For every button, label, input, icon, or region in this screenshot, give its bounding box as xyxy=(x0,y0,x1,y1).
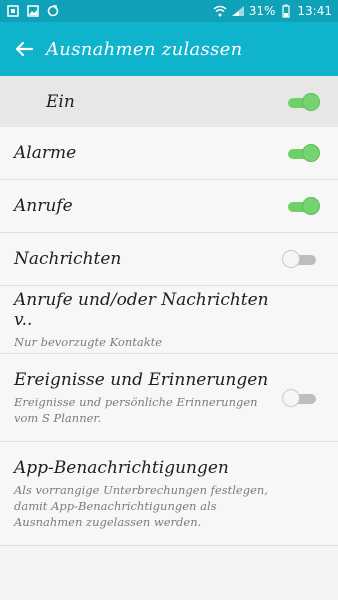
back-arrow-icon[interactable] xyxy=(12,37,36,61)
wifi-icon xyxy=(213,4,227,18)
row-label: Alarme xyxy=(14,143,77,163)
master-switch-row[interactable]: Ein xyxy=(0,76,338,127)
row-anrufe[interactable]: Anrufe xyxy=(0,180,338,233)
master-switch-label: Ein xyxy=(46,91,75,112)
row-label: Nachrichten xyxy=(14,249,122,269)
app-bar: Ausnahmen zulassen xyxy=(0,22,338,76)
row-ereignisse[interactable]: Ereignisse und Erinnerungen Ereignisse u… xyxy=(0,354,338,442)
toggle-knob xyxy=(302,197,320,215)
row-label: Ereignisse und Erinnerungen xyxy=(14,369,269,390)
master-toggle-knob xyxy=(302,92,320,111)
toggle-knob xyxy=(282,250,300,268)
exceptions-list: Alarme Anrufe Nachrichten Anrufe und/ode… xyxy=(0,127,338,546)
nachrichten-toggle[interactable] xyxy=(282,250,320,268)
anrufe-toggle[interactable] xyxy=(282,197,320,215)
row-subtitle: Nur bevorzugte Kontakte xyxy=(14,334,163,349)
status-bar: 31% 13:41 xyxy=(0,0,338,22)
row-anrufe-nachrichten-von[interactable]: Anrufe und/oder Nachrichten v.. Nur bevo… xyxy=(0,286,338,354)
row-nachrichten[interactable]: Nachrichten xyxy=(0,233,338,286)
sync-icon xyxy=(46,4,60,18)
signal-icon xyxy=(231,4,245,18)
battery-icon xyxy=(279,4,293,18)
row-label: Anrufe xyxy=(14,196,73,216)
clock: 13:41 xyxy=(297,4,332,18)
image-icon xyxy=(26,4,40,18)
row-alarme[interactable]: Alarme xyxy=(0,127,338,180)
row-app-benachrichtigungen[interactable]: App-Benachrichtigungen Als vorrangige Un… xyxy=(0,442,338,546)
row-subtitle: Als vorrangige Unterbrechungen festlegen… xyxy=(14,482,268,529)
row-subtitle: Ereignisse und persönliche Erinnerungen … xyxy=(14,394,258,425)
battery-percent: 31% xyxy=(248,4,276,18)
ereignisse-toggle[interactable] xyxy=(282,388,320,407)
notification-box-icon xyxy=(6,4,20,18)
toggle-knob xyxy=(302,144,320,162)
row-label: Anrufe und/oder Nachrichten v.. xyxy=(14,289,269,330)
row-label: App-Benachrichtigungen xyxy=(14,457,229,478)
master-toggle[interactable] xyxy=(282,92,320,111)
alarme-toggle[interactable] xyxy=(282,144,320,162)
status-right: 31% 13:41 xyxy=(213,4,332,18)
page-title: Ausnahmen zulassen xyxy=(46,38,243,60)
status-left xyxy=(6,4,60,18)
toggle-knob xyxy=(282,388,300,407)
